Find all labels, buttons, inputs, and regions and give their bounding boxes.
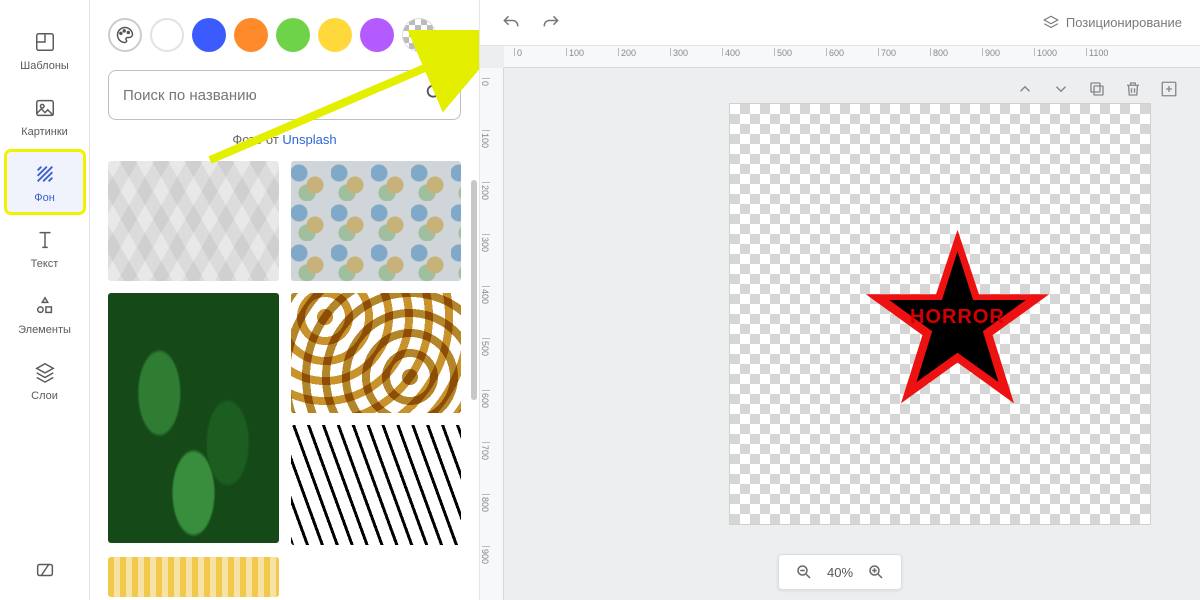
zoom-out-button[interactable]	[791, 559, 817, 585]
workspace[interactable]: ‹ 0 100 200 300 400 500 600 700 800 900 …	[480, 46, 1200, 600]
search-field-wrap	[108, 70, 461, 120]
ruler-horizontal: 0 100 200 300 400 500 600 700 800 900 10…	[504, 46, 1200, 68]
ruler-tick: 600	[482, 390, 490, 408]
ruler-tick: 0	[482, 78, 490, 86]
ruler-tick: 200	[482, 182, 490, 200]
ruler-tick: 500	[482, 338, 490, 356]
nav-elements[interactable]: Элементы	[7, 284, 83, 344]
duplicate-button[interactable]	[1084, 76, 1110, 102]
artboard[interactable]: HORROR	[730, 104, 1150, 524]
templates-icon	[33, 30, 57, 54]
color-picker-swatch[interactable]	[108, 18, 142, 52]
background-icon	[33, 162, 57, 186]
background-thumbnails	[108, 161, 461, 597]
search-icon[interactable]	[424, 82, 446, 109]
swatch-yellow[interactable]	[318, 18, 352, 52]
search-input[interactable]	[123, 87, 424, 104]
zoom-control: 40%	[778, 554, 902, 590]
bg-thumb[interactable]	[108, 293, 279, 543]
resize-icon	[33, 558, 57, 582]
nav-label: Текст	[31, 258, 59, 270]
star-object[interactable]: HORROR	[860, 224, 1055, 419]
ruler-tick: 800	[482, 494, 490, 512]
ruler-tick: 900	[482, 546, 490, 564]
delete-button[interactable]	[1120, 76, 1146, 102]
layers-icon	[1042, 14, 1060, 32]
redo-button[interactable]	[538, 10, 564, 36]
ruler-tick: 300	[670, 48, 688, 56]
positioning-label: Позиционирование	[1066, 15, 1182, 30]
positioning-button[interactable]: Позиционирование	[1042, 14, 1182, 32]
swatch-white[interactable]	[150, 18, 184, 52]
swatch-blue[interactable]	[192, 18, 226, 52]
nav-more[interactable]	[7, 548, 83, 590]
nav-templates[interactable]: Шаблоны	[7, 20, 83, 80]
swatch-purple[interactable]	[360, 18, 394, 52]
palette-icon	[115, 25, 135, 45]
nav-sidebar: Шаблоны Картинки Фон Текст Элементы Слои	[0, 0, 90, 600]
move-up-button[interactable]	[1012, 76, 1038, 102]
undo-button[interactable]	[498, 10, 524, 36]
add-button[interactable]	[1156, 76, 1182, 102]
object-toolbar	[1012, 76, 1182, 102]
nav-background[interactable]: Фон	[7, 152, 83, 212]
ruler-vertical: 0 100 200 300 400 500 600 700 800 900	[480, 68, 504, 600]
bg-thumb[interactable]	[108, 161, 279, 281]
nav-label: Элементы	[18, 324, 71, 336]
swatch-orange[interactable]	[234, 18, 268, 52]
swatch-green[interactable]	[276, 18, 310, 52]
background-panel: Фото от Unsplash	[90, 0, 480, 600]
images-icon	[33, 96, 57, 120]
ruler-tick: 600	[826, 48, 844, 56]
ruler-tick: 700	[482, 442, 490, 460]
ruler-tick: 400	[482, 286, 490, 304]
nav-label: Шаблоны	[20, 60, 69, 72]
nav-images[interactable]: Картинки	[7, 86, 83, 146]
ruler-tick: 900	[982, 48, 1000, 56]
ruler-tick: 1000	[1034, 48, 1057, 56]
nav-layers[interactable]: Слои	[7, 350, 83, 410]
ruler-tick: 0	[514, 48, 522, 56]
nav-label: Слои	[31, 390, 58, 402]
color-swatch-row	[108, 18, 461, 52]
bg-thumb[interactable]	[291, 293, 462, 413]
credit-link[interactable]: Unsplash	[282, 132, 336, 147]
zoom-in-button[interactable]	[863, 559, 889, 585]
top-toolbar: Позиционирование	[480, 0, 1200, 46]
swatch-transparent[interactable]	[402, 18, 436, 52]
ruler-tick: 300	[482, 234, 490, 252]
ruler-tick: 700	[878, 48, 896, 56]
ruler-tick: 800	[930, 48, 948, 56]
ruler-tick: 100	[566, 48, 584, 56]
ruler-tick: 400	[722, 48, 740, 56]
elements-icon	[33, 294, 57, 318]
ruler-tick: 100	[482, 130, 490, 148]
bg-thumb[interactable]	[291, 161, 462, 281]
ruler-tick: 500	[774, 48, 792, 56]
zoom-value: 40%	[827, 565, 853, 580]
nav-label: Картинки	[21, 126, 68, 138]
bg-thumb[interactable]	[108, 557, 279, 597]
canvas-area: Позиционирование ‹ 0 100 200 300 400 500…	[480, 0, 1200, 600]
star-text: HORROR	[860, 306, 1055, 329]
ruler-tick: 1100	[1086, 48, 1108, 56]
layers-icon	[33, 360, 57, 384]
text-icon	[33, 228, 57, 252]
nav-label: Фон	[34, 192, 55, 204]
bg-thumb[interactable]	[291, 425, 462, 545]
nav-text[interactable]: Текст	[7, 218, 83, 278]
credit-prefix: Фото от	[232, 132, 282, 147]
ruler-tick: 200	[618, 48, 636, 56]
photo-credit: Фото от Unsplash	[108, 132, 461, 147]
move-down-button[interactable]	[1048, 76, 1074, 102]
